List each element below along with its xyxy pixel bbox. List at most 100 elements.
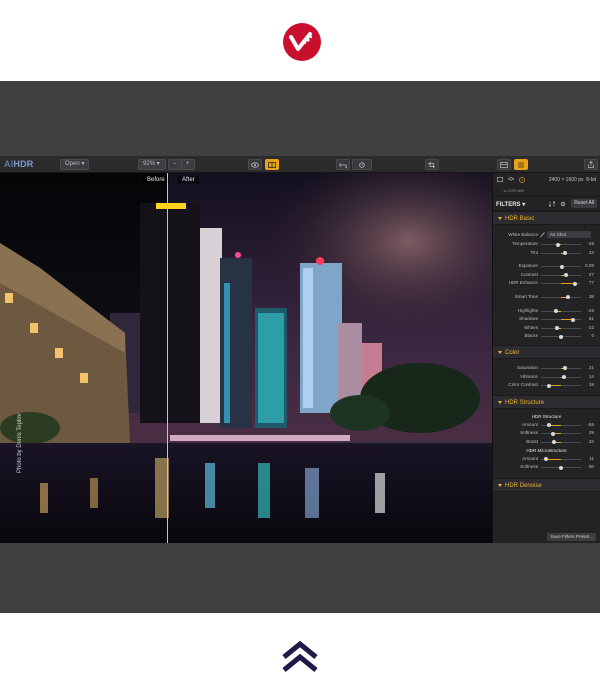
slider-row-vibrance: Vibrance 14 bbox=[493, 373, 600, 382]
section-hdr-basic[interactable]: HDR Basic bbox=[493, 211, 600, 225]
crop-icon bbox=[428, 161, 435, 168]
slider-row-highlights: Highlights -25 bbox=[493, 307, 600, 316]
slider-label: Exposure bbox=[518, 263, 538, 269]
layout-icon bbox=[500, 161, 508, 168]
slider-fill bbox=[545, 458, 561, 460]
filters-panel-button[interactable] bbox=[514, 159, 528, 170]
slider-track[interactable] bbox=[541, 383, 581, 388]
slider-track[interactable] bbox=[541, 375, 581, 380]
slider-handle[interactable] bbox=[566, 295, 571, 300]
zoom-select[interactable]: 92% ▾ bbox=[138, 159, 166, 170]
open-button[interactable]: Open ▾ bbox=[60, 159, 90, 170]
slider-track[interactable] bbox=[541, 465, 581, 470]
slider-row-amount: Amount -65 bbox=[493, 421, 600, 430]
slider-track[interactable] bbox=[541, 251, 581, 256]
reset-all-button[interactable]: Reset All bbox=[571, 199, 597, 208]
slider-row-boost: Boost 32 bbox=[493, 438, 600, 447]
layers-icon[interactable] bbox=[508, 177, 514, 182]
slider-track[interactable] bbox=[541, 295, 581, 300]
slider-value: 23 bbox=[588, 249, 594, 255]
slider-handle[interactable] bbox=[559, 264, 564, 269]
before-after-divider[interactable] bbox=[167, 173, 169, 543]
slider-handle[interactable] bbox=[561, 375, 566, 380]
split-view-button[interactable] bbox=[265, 159, 279, 170]
slider-track[interactable] bbox=[541, 242, 581, 247]
compare-toggle-button[interactable] bbox=[248, 159, 262, 170]
slider-track[interactable] bbox=[541, 366, 581, 371]
filters-label: FILTERS bbox=[496, 202, 521, 208]
undo-button[interactable] bbox=[336, 159, 350, 170]
caret-down-icon bbox=[498, 217, 502, 220]
zoom-out-button[interactable]: − bbox=[168, 159, 182, 170]
slider-row-contrast: Contrast 27 bbox=[493, 271, 600, 280]
gear-icon[interactable] bbox=[560, 201, 566, 207]
slider-track[interactable] bbox=[541, 326, 581, 331]
brand-logo bbox=[283, 23, 321, 61]
slider-handle[interactable] bbox=[563, 366, 567, 371]
caret-down-icon bbox=[498, 483, 502, 487]
slider-track[interactable] bbox=[541, 273, 581, 278]
slider-track[interactable] bbox=[541, 317, 581, 322]
compare-filters-icon[interactable] bbox=[549, 201, 555, 207]
slider-track[interactable] bbox=[541, 457, 581, 461]
section-hdr-denoise[interactable]: HDR Denoise bbox=[493, 477, 600, 492]
slider-track[interactable] bbox=[541, 309, 581, 314]
zoom-in-button[interactable]: + bbox=[181, 159, 195, 170]
double-chevron-up-icon[interactable] bbox=[282, 641, 318, 673]
slider-handle[interactable] bbox=[563, 273, 568, 278]
slider-handle[interactable] bbox=[554, 309, 559, 314]
eye-icon bbox=[251, 161, 259, 168]
white-balance-select[interactable]: As Shot bbox=[547, 231, 591, 238]
slider-value: -48 bbox=[587, 241, 594, 246]
slider-handle[interactable] bbox=[571, 317, 575, 322]
slider-label: Amount bbox=[522, 455, 538, 461]
image-viewer[interactable]: Before After Photo by Denis Teplov bbox=[0, 173, 492, 543]
filters-menu[interactable]: FILTERS ▾ bbox=[496, 201, 525, 208]
slider-track[interactable] bbox=[541, 423, 581, 428]
slider-label: Amount bbox=[522, 421, 538, 427]
slider-handle[interactable] bbox=[551, 431, 555, 436]
section-color[interactable]: Color bbox=[493, 344, 600, 359]
slider-handle[interactable] bbox=[555, 242, 560, 247]
slider-handle[interactable] bbox=[555, 326, 559, 331]
eyedropper-icon[interactable] bbox=[540, 232, 545, 238]
slider-track[interactable] bbox=[541, 440, 581, 445]
section-hdr-structure[interactable]: HDR Structure bbox=[493, 394, 600, 409]
share-button[interactable] bbox=[584, 159, 598, 170]
slider-row-softness: Softness 50 bbox=[493, 463, 600, 472]
hdr-microstructure-subhead: HDR Microstructure bbox=[526, 447, 567, 453]
save-filters-preset-button[interactable]: Save Filters Preset... bbox=[547, 533, 596, 541]
slider-handle[interactable] bbox=[547, 423, 551, 428]
brand-name: HDR bbox=[13, 159, 34, 169]
split-view-icon bbox=[268, 161, 276, 168]
caret-down-icon bbox=[498, 350, 502, 354]
slider-track[interactable] bbox=[541, 281, 581, 286]
history-button[interactable] bbox=[352, 159, 372, 170]
slider-track[interactable] bbox=[541, 264, 581, 269]
white-balance-label: White Balance bbox=[508, 232, 538, 237]
slider-handle[interactable] bbox=[563, 251, 567, 256]
hdr-structure-subhead: HDR Structure bbox=[531, 413, 562, 419]
panel-layout-button[interactable] bbox=[497, 159, 511, 170]
page: AIHDR Open ▾ 92% ▾ − + Before After Phot… bbox=[0, 0, 600, 700]
caret-down-icon bbox=[498, 400, 502, 404]
slider-label: Contrast bbox=[520, 271, 538, 277]
slider-track[interactable] bbox=[541, 431, 581, 436]
crop-button[interactable] bbox=[425, 159, 439, 170]
info-icon[interactable] bbox=[519, 177, 525, 183]
slider-handle[interactable] bbox=[573, 281, 577, 286]
slider-track[interactable] bbox=[541, 334, 581, 339]
slider-handle[interactable] bbox=[543, 457, 548, 461]
app-window: AIHDR Open ▾ 92% ▾ − + Before After Phot… bbox=[0, 156, 600, 543]
slider-handle[interactable] bbox=[559, 334, 563, 339]
sliders-icon bbox=[518, 162, 524, 167]
slider-label: Whites bbox=[523, 324, 538, 330]
slider-handle[interactable] bbox=[559, 465, 563, 470]
dimensions-value: 2400 × 1600 px bbox=[548, 177, 584, 183]
panel-header: 2400 × 1600 px 8-bit 1x DSP-8bit bbox=[493, 173, 600, 197]
slider-handle[interactable] bbox=[547, 383, 551, 388]
slider-row-softness: Softness 29 bbox=[493, 429, 600, 438]
slider-value: 32 bbox=[588, 438, 594, 444]
slider-handle[interactable] bbox=[551, 440, 556, 445]
image-icon[interactable] bbox=[497, 177, 503, 182]
